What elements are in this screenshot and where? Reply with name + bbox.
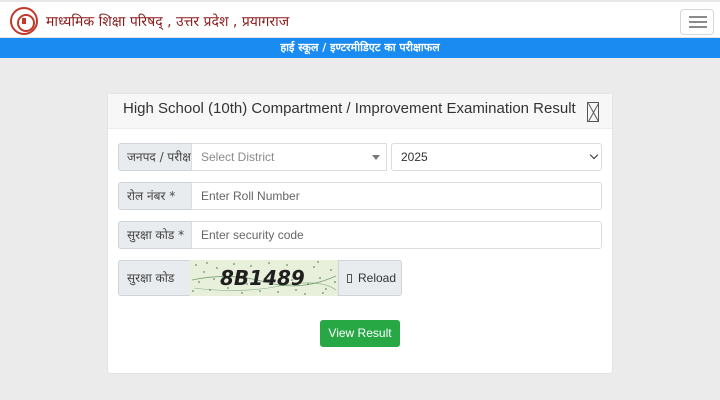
card-header: High School (10th) Compartment / Improve… [108,94,612,129]
page-title: High School (10th) Compartment / Improve… [123,100,576,117]
menu-line [689,21,707,23]
reload-icon [347,274,352,283]
board-emblem-logo[interactable] [10,7,38,35]
captcha-text: 8B1489 [220,266,305,290]
chevron-down-icon [372,155,380,160]
security-code-label: सुरक्षा कोड * [118,221,192,249]
year-select[interactable]: 2025 [391,143,602,171]
captcha-label: सुरक्षा कोड [118,260,192,296]
result-banner: हाई स्कूल / इण्टरमीडिएट का परीक्षाफल [0,38,720,58]
captcha-noise: 8B1489 [191,261,337,295]
district-label: जनपद / परीक्षा [118,143,192,171]
top-navbar: माध्यमिक शिक्षा परिषद् , उत्तर प्रदेश , … [0,0,720,38]
reload-captcha-button[interactable]: Reload [338,260,402,296]
roll-number-label: रोल नंबर * [118,182,192,210]
hamburger-menu-icon[interactable] [680,9,714,35]
roll-number-input[interactable]: Enter Roll Number [191,182,602,210]
view-result-button[interactable]: View Result [320,320,400,347]
security-code-input[interactable]: Enter security code [191,221,602,249]
chevron-down-icon [589,150,599,160]
site-title[interactable]: माध्यमिक शिक्षा परिषद् , उत्तर प्रदेश , … [46,12,289,31]
menu-line [689,26,707,28]
year-select-value: 2025 [401,150,428,164]
menu-line [689,16,707,18]
captcha-image: 8B1489 [190,260,338,296]
reload-label: Reload [358,271,397,285]
district-select-value: Select District [201,150,275,164]
close-icon[interactable] [587,102,599,122]
district-select[interactable]: Select District [191,143,387,171]
